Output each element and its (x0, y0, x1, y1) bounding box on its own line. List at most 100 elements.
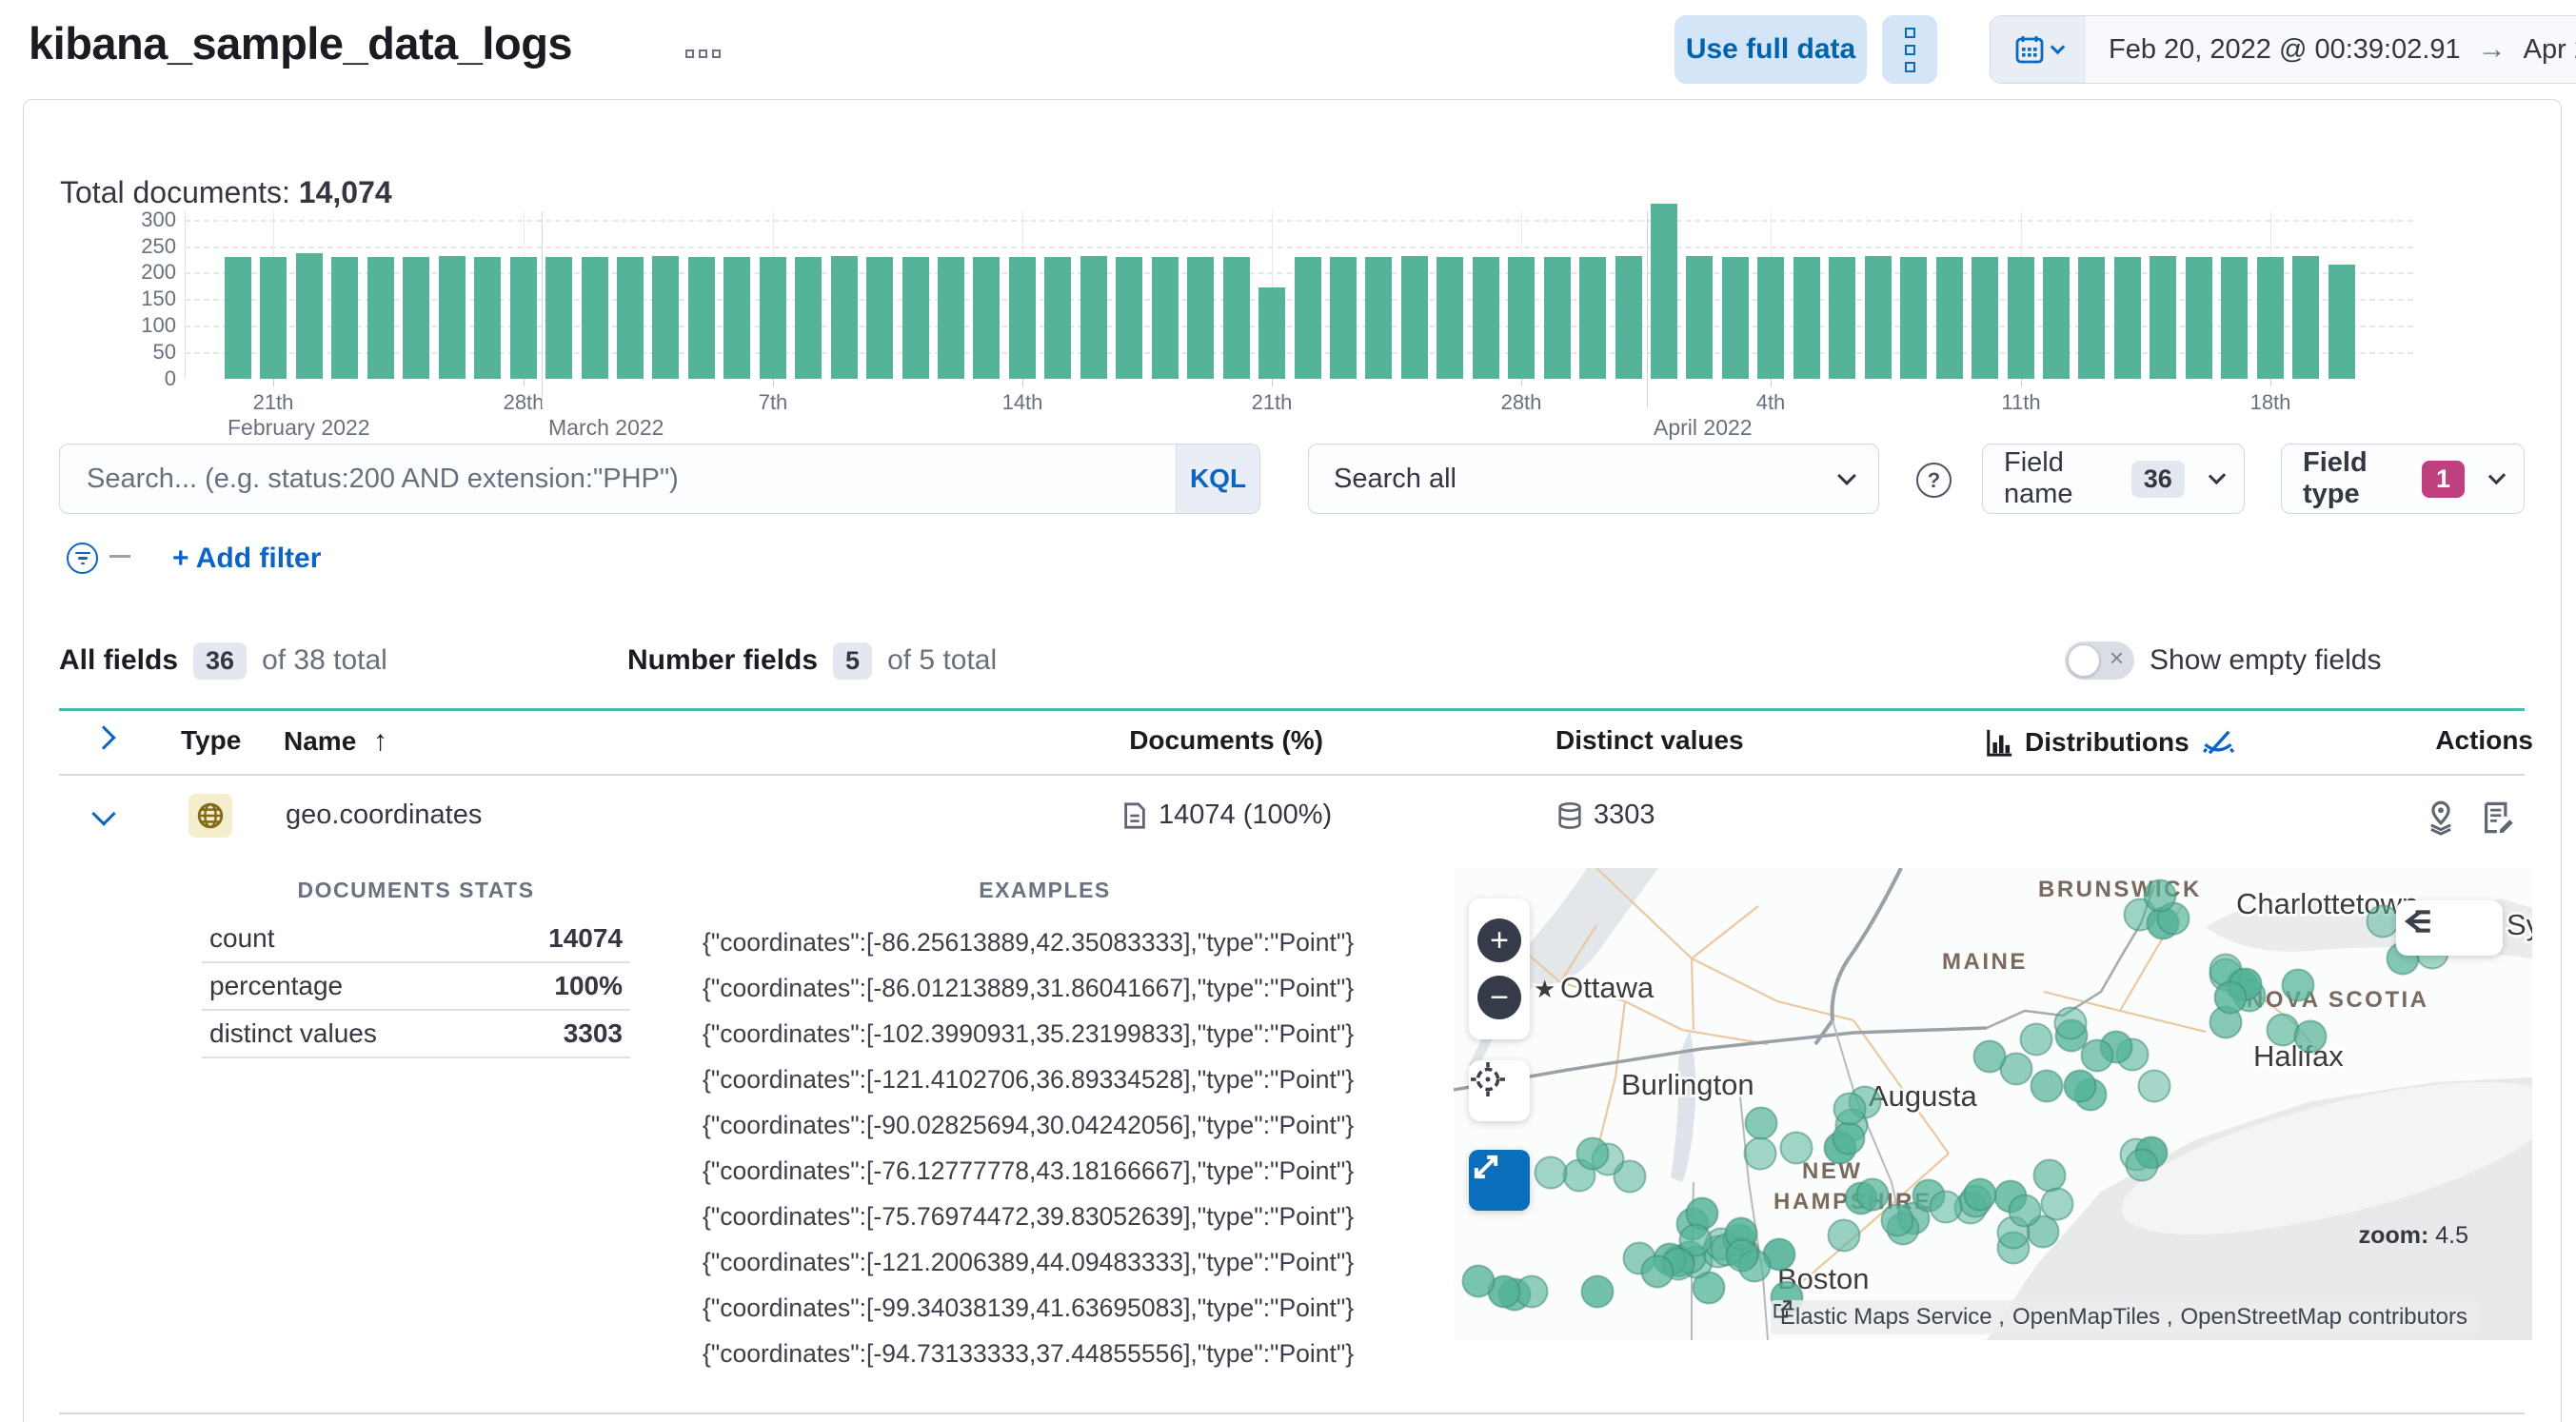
map-marker[interactable] (2125, 1148, 2159, 1182)
add-filter-button[interactable]: + Add filter (172, 543, 321, 575)
map-marker[interactable] (2281, 968, 2315, 1002)
row-collapse-chevron-icon[interactable] (91, 801, 116, 827)
map-fit-to-data-button[interactable] (1469, 1060, 1530, 1121)
chart-bar (1972, 257, 1998, 379)
geo-coordinates-map[interactable]: ★ Ottawa Burlington Augusta Boston Halifax Cha… (1454, 868, 2532, 1340)
map-marker[interactable] (1534, 1155, 1568, 1190)
help-icon[interactable]: ? (1916, 463, 1952, 498)
map-marker[interactable] (2293, 1019, 2328, 1054)
map-marker[interactable] (2032, 1158, 2067, 1193)
chart-bar (795, 257, 822, 379)
chart-y-tick-label: 50 (152, 340, 176, 364)
map-marker[interactable] (1640, 1254, 1674, 1289)
sampling-options-button[interactable] (1882, 15, 1937, 84)
chart-y-tick-label: 0 (164, 366, 176, 390)
kql-search-bar[interactable]: KQL (59, 444, 1260, 514)
search-all-select[interactable]: Search all (1308, 444, 1879, 514)
map-marker[interactable] (2266, 1013, 2300, 1047)
date-range-text[interactable]: Feb 20, 2022 @ 00:39:02.91 → Apr 2 (2086, 33, 2576, 66)
map-zoom-in-button[interactable]: + (1477, 918, 1521, 962)
eye-closed-icon[interactable] (2201, 725, 2235, 760)
chevron-down-icon (2487, 466, 2507, 485)
map-marker[interactable] (1461, 1264, 1496, 1298)
map-marker[interactable] (1832, 1121, 1866, 1155)
date-range-start[interactable]: Feb 20, 2022 @ 00:39:02.91 (2109, 34, 2461, 66)
map-layers-panel-button[interactable] (2396, 900, 2503, 956)
chart-gridline (185, 220, 2413, 222)
column-header-name[interactable]: Name ↑ (284, 725, 387, 758)
map-marker[interactable] (2019, 1022, 2053, 1057)
map-marker[interactable] (2030, 1069, 2064, 1103)
examples-list: {"coordinates":[-86.25613889,42.35083333… (703, 919, 1397, 1376)
map-marker[interactable] (2008, 1194, 2042, 1228)
map-marker[interactable] (2063, 1069, 2097, 1103)
chart-y-tick-label: 250 (141, 234, 176, 258)
map-marker[interactable] (2366, 904, 2400, 938)
map-marker[interactable] (1725, 1238, 1759, 1273)
map-marker[interactable] (2137, 1069, 2171, 1103)
chart-bar (331, 257, 358, 379)
filter-icon[interactable] (67, 543, 98, 574)
map-expand-button[interactable] (1469, 1150, 1530, 1211)
map-zoom-out-button[interactable]: − (1477, 976, 1521, 1019)
explore-in-maps-icon[interactable] (2424, 800, 2458, 836)
show-empty-fields-group: × Show empty fields (2065, 640, 2381, 681)
documents-stats-title: DOCUMENTS STATS (297, 878, 535, 902)
row-actions (2424, 800, 2515, 836)
search-input[interactable] (60, 444, 1176, 513)
attribution-link[interactable]: Elastic Maps Service , (1773, 1300, 2005, 1331)
chart-bar (723, 257, 750, 379)
chart-x-tick-label: 4th (1755, 390, 1786, 414)
date-range-picker[interactable]: Feb 20, 2022 @ 00:39:02.91 → Apr 2 (1990, 15, 2576, 84)
number-fields-count-badge: 5 (833, 642, 873, 680)
show-empty-fields-toggle[interactable]: × (2065, 642, 2134, 680)
map-marker[interactable] (1827, 1218, 1861, 1253)
map-marker[interactable] (1580, 1274, 1615, 1309)
boxes-vertical-icon (1904, 27, 1915, 38)
map-marker[interactable] (1575, 1136, 1610, 1171)
map-marker[interactable] (1779, 1131, 1813, 1165)
field-type-count-badge: 1 (2421, 460, 2465, 498)
field-distinct-value: 3303 (1594, 800, 1655, 830)
map-marker[interactable] (1744, 1106, 1778, 1140)
map-marker[interactable] (1880, 1203, 1914, 1237)
field-distinct-cell: 3303 (1556, 800, 1655, 831)
title-options-icon[interactable] (685, 49, 721, 58)
capital-star-icon: ★ (1534, 975, 1556, 1003)
calendar-dropdown-button[interactable] (1991, 16, 2086, 83)
chart-bar (973, 257, 1000, 379)
kql-language-button[interactable]: KQL (1176, 444, 1259, 513)
map-marker[interactable] (1833, 1092, 1867, 1126)
date-range-end[interactable]: Apr 2 (2524, 34, 2576, 66)
chart-axis-tick (1272, 379, 1273, 386)
map-marker[interactable] (1855, 1177, 1890, 1212)
map-marker[interactable] (2040, 1187, 2074, 1221)
map-marker[interactable] (2143, 879, 2177, 913)
chart-bar (760, 257, 786, 379)
chart-axis-tick (1771, 379, 1772, 386)
map-marker[interactable] (1743, 1136, 1777, 1171)
map-marker[interactable] (1963, 1177, 1997, 1212)
map-marker[interactable] (2053, 1006, 2088, 1040)
attribution-link[interactable]: OpenStreetMap contributors (1773, 1300, 2467, 1331)
map-marker[interactable] (2080, 1038, 2114, 1073)
attribution-link[interactable]: OpenMapTiles , (1773, 1300, 2173, 1331)
chevron-down-icon (1837, 466, 1856, 485)
map-marker[interactable] (1972, 1039, 2007, 1074)
stat-row: count 14074 (202, 916, 630, 963)
chart-bar (439, 256, 466, 379)
field-type-filter[interactable]: Field type 1 (2281, 444, 2525, 514)
chart-x-tick-label: 21th (252, 390, 294, 414)
stat-row: percentage 100% (202, 963, 630, 1011)
chart-month-label: March 2022 (548, 415, 664, 440)
field-name-filter[interactable]: Field name 36 (1982, 444, 2245, 514)
use-full-data-button[interactable]: Use full data (1674, 15, 1867, 84)
chart-bar (938, 257, 964, 379)
chart-bar (225, 257, 251, 379)
edit-field-icon[interactable] (2481, 800, 2515, 836)
chart-bar (1473, 257, 1499, 379)
field-name[interactable]: geo.coordinates (286, 800, 482, 831)
map-marker[interactable] (2213, 980, 2248, 1015)
expand-all-chevron-icon[interactable] (91, 725, 116, 751)
map-marker[interactable] (1929, 1190, 1963, 1224)
